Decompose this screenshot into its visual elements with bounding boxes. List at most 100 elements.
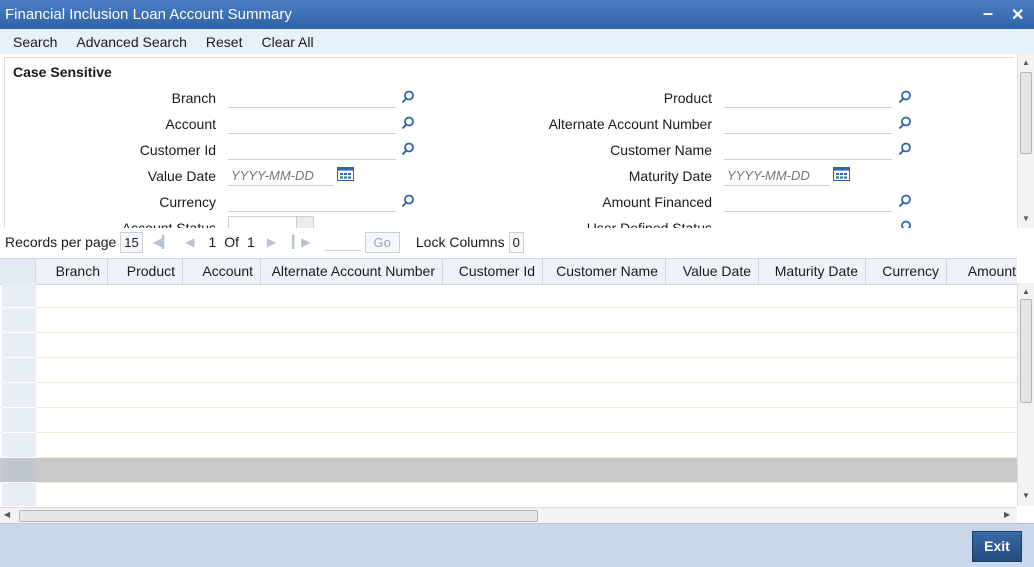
table-row[interactable] [0,333,1017,358]
column-header-customer-name[interactable]: Customer Name [543,259,666,284]
alternate-account-number-lookup-magnifier-icon[interactable] [898,116,912,130]
account-label: Account [165,116,216,132]
minimize-icon[interactable]: – [983,3,993,24]
table-row[interactable] [0,483,1017,506]
row-selector[interactable] [2,383,36,408]
table-row[interactable] [0,383,1017,408]
product-lookup-magnifier-icon[interactable] [898,90,912,104]
row-selector[interactable] [2,483,36,506]
amount-financed-label: Amount Financed [602,194,712,210]
grid-vertical-scrollbar[interactable]: ▲ ▼ [1017,283,1034,506]
table-row[interactable] [0,283,1017,308]
row-selector[interactable] [2,458,36,483]
maturity-date-calendar-icon[interactable] [833,166,850,181]
grid-horizontal-scrollbar[interactable]: ◀ ▶ [0,507,1017,523]
footer-bar: Exit [0,523,1034,567]
results-grid: Branch Product Account Alternate Account… [0,256,1034,506]
value-date-label: Value Date [147,168,216,184]
of-label: Of [224,234,240,250]
pagination-bar: Records per page 15 ◀▎ ◀ 1 Of 1 ▶ ▎▶ Go … [0,228,1034,256]
scroll-right-arrow-icon[interactable]: ▶ [1004,510,1010,519]
previous-page-icon[interactable]: ◀ [185,235,194,249]
value-date-input[interactable] [228,166,334,186]
column-header-value-date[interactable]: Value Date [666,259,759,284]
grid-scroll-down-arrow-icon[interactable]: ▼ [1018,491,1034,500]
criteria-scroll-thumb[interactable] [1020,72,1032,154]
window-title: Financial Inclusion Loan Account Summary [5,6,292,23]
table-row[interactable] [0,433,1017,458]
account-lookup-magnifier-icon[interactable] [401,116,415,130]
column-header-alternate-account-number[interactable]: Alternate Account Number [261,259,443,284]
customer-id-input[interactable] [228,140,396,160]
case-sensitive-label: Case Sensitive [13,64,112,80]
branch-lookup-magnifier-icon[interactable] [401,90,415,104]
account-status-select[interactable] [228,216,314,228]
customer-id-label: Customer Id [139,142,216,158]
column-header-customer-id[interactable]: Customer Id [443,259,543,284]
scroll-down-arrow-icon[interactable]: ▼ [1018,214,1034,223]
column-header-amount[interactable]: Amount [947,259,1023,284]
lock-columns-input[interactable]: 0 [508,231,524,253]
column-header-product[interactable]: Product [108,259,183,284]
row-selector[interactable] [2,358,36,383]
next-page-icon[interactable]: ▶ [267,235,276,249]
close-icon[interactable]: ✕ [1011,5,1024,25]
branch-label: Branch [171,90,216,106]
account-status-dropdown-arrow[interactable] [296,217,313,228]
currency-input[interactable] [228,192,396,212]
search-criteria-panel: Case Sensitive Branch Account Customer I… [0,54,1034,228]
branch-input[interactable] [228,88,396,108]
lock-columns-label: Lock Columns [415,234,505,250]
current-page-number: 1 [208,234,217,250]
currency-lookup-magnifier-icon[interactable] [401,194,415,208]
table-row[interactable] [0,358,1017,383]
horizontal-scroll-thumb[interactable] [19,510,538,522]
records-per-page-input[interactable]: 15 [120,231,143,253]
select-all-header-cell[interactable] [0,259,36,284]
scroll-left-arrow-icon[interactable]: ◀ [4,510,10,519]
toolbar: Search Advanced Search Reset Clear All [0,29,1034,54]
row-selector[interactable] [2,308,36,333]
grid-scroll-thumb[interactable] [1020,299,1032,403]
table-row[interactable] [0,408,1017,433]
row-selector[interactable] [2,283,36,308]
account-input[interactable] [228,114,396,134]
reset-button[interactable]: Reset [206,34,243,50]
alternate-account-number-label: Alternate Account Number [548,116,712,132]
column-header-currency[interactable]: Currency [866,259,947,284]
customer-name-label: Customer Name [610,142,712,158]
goto-page-input[interactable] [324,233,361,251]
user-defined-status-lookup-magnifier-icon[interactable] [898,220,912,228]
customer-name-lookup-magnifier-icon[interactable] [898,142,912,156]
clear-all-button[interactable]: Clear All [261,34,313,50]
grid-scroll-up-arrow-icon[interactable]: ▲ [1018,287,1034,296]
row-selector[interactable] [2,408,36,433]
value-date-calendar-icon[interactable] [337,166,354,181]
grid-header-row: Branch Product Account Alternate Account… [0,258,1017,285]
column-header-branch[interactable]: Branch [36,259,108,284]
advanced-search-button[interactable]: Advanced Search [76,34,187,50]
amount-financed-input[interactable] [724,192,892,212]
row-selector[interactable] [2,333,36,358]
exit-button[interactable]: Exit [972,531,1022,562]
maturity-date-input[interactable] [724,166,830,186]
product-label: Product [663,90,712,106]
search-button[interactable]: Search [13,34,57,50]
row-selector[interactable] [2,433,36,458]
account-status-label: Account Status [121,220,216,228]
amount-financed-lookup-magnifier-icon[interactable] [898,194,912,208]
first-page-icon[interactable]: ◀▎ [153,235,171,249]
column-header-account[interactable]: Account [183,259,261,284]
total-pages-number: 1 [247,234,255,250]
table-row[interactable] [0,308,1017,333]
column-header-maturity-date[interactable]: Maturity Date [759,259,866,284]
go-button[interactable]: Go [364,231,400,253]
table-row-selected[interactable] [0,458,1017,483]
customer-name-input[interactable] [724,140,892,160]
scroll-up-arrow-icon[interactable]: ▲ [1018,58,1034,67]
alternate-account-number-input[interactable] [724,114,892,134]
customer-id-lookup-magnifier-icon[interactable] [401,142,415,156]
criteria-vertical-scrollbar[interactable]: ▲ ▼ [1017,54,1034,228]
product-input[interactable] [724,88,892,108]
last-page-icon[interactable]: ▎▶ [292,235,310,249]
